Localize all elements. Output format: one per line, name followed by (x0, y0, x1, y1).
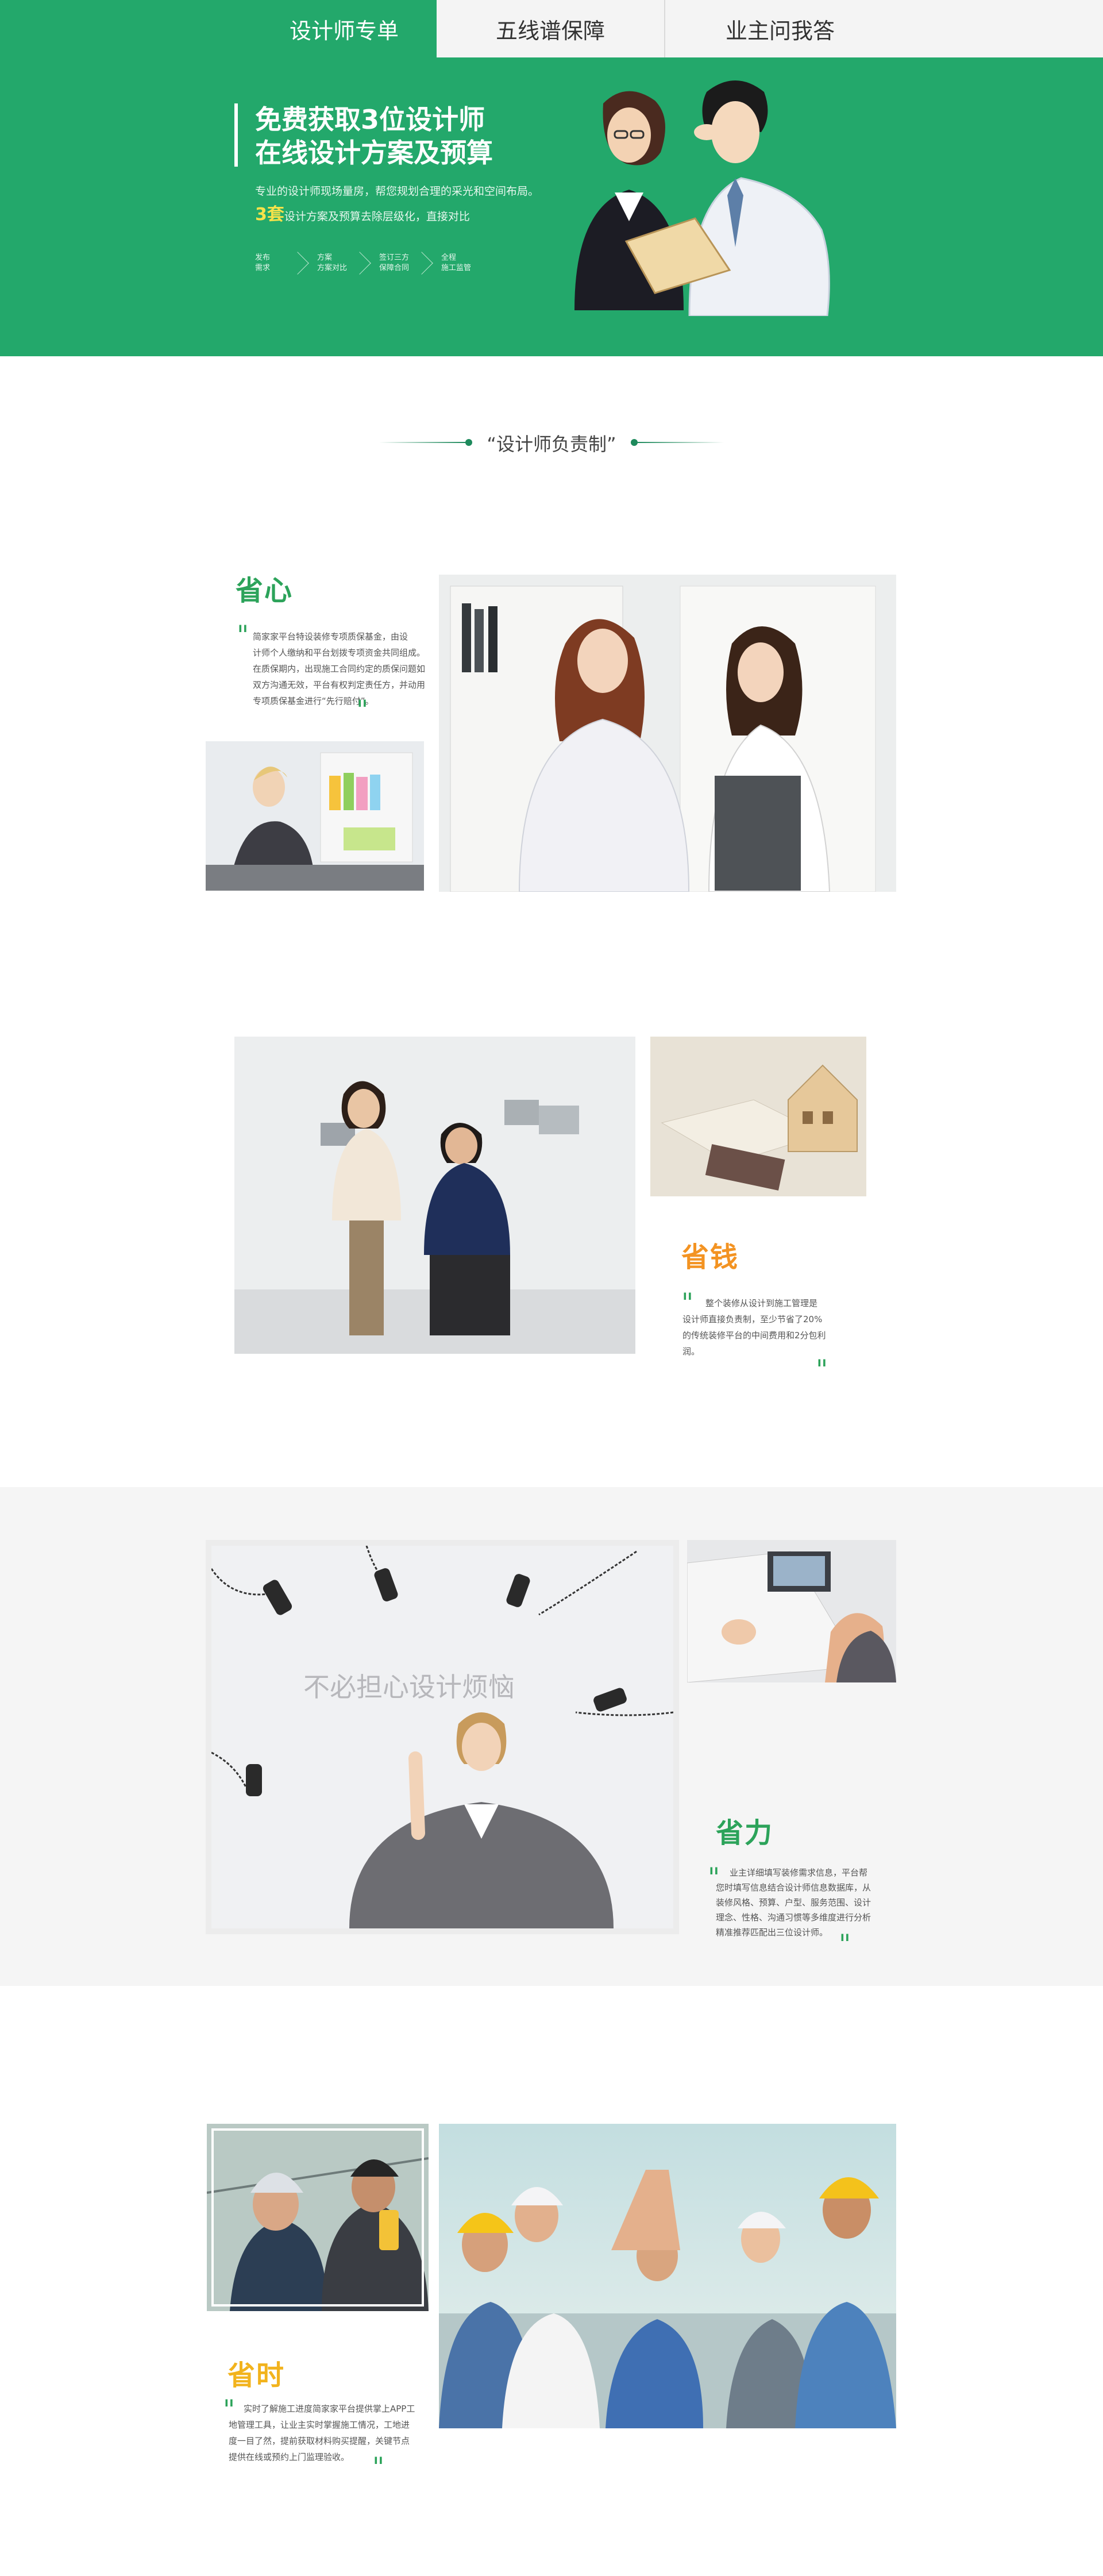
photo-desk-blueprints (687, 1540, 896, 1682)
photo-designers-drafting (234, 1037, 635, 1354)
tab-bar: 设计师专单 五线谱保障 业主问我答 (0, 0, 1103, 57)
hero-title-line1: 免费获取3位设计师 (255, 104, 485, 135)
chevron-right-icon (286, 252, 309, 275)
photo-house-model (650, 1037, 866, 1196)
photo-workers-measuring (207, 2124, 429, 2311)
feature-text-save-money: 整个装修从设计到施工管理是 设计师直接负责制，至少节省了20% 的传统装修平台的… (682, 1298, 826, 1357)
tab-designer-order[interactable]: 设计师专单 (252, 0, 437, 57)
feature-text-worry-free: 简家家平台特设装修专项质保基金，由设 计师个人缴纳和平台划拨专项资金共同组成。 … (253, 632, 426, 706)
photo-two-women-office (439, 575, 896, 892)
feature-title-save-effort: 省力 (716, 1817, 774, 1849)
hero-banner: 设计师专单 五线谱保障 业主问我答 免费获取3位设计师 在线设计方案及预算 专业… (0, 0, 1103, 356)
photo-worry-free-design: 不必担心设计烦恼 (206, 1540, 679, 1934)
quote-open-icon: " (237, 619, 249, 650)
quote-close-icon: " (839, 1928, 851, 1959)
photo-workers-high-five (439, 2124, 896, 2428)
hero-desc-highlight: 3套 (255, 205, 284, 225)
step-compare: 方案 方案对比 (317, 253, 348, 272)
photo-caption: 不必担心设计烦恼 (303, 1672, 515, 1703)
section-heading: “设计师负责制” (0, 425, 1103, 460)
designers-illustration (574, 80, 830, 316)
hero-desc-rest: 设计方案及预算去除层级化，直接对比 (284, 210, 470, 223)
chevron-right-icon (410, 252, 433, 275)
feature-title-save-time: 省时 (227, 2359, 286, 2392)
hero-title-line2: 在线设计方案及预算 (255, 137, 493, 168)
chevron-right-icon (348, 252, 371, 275)
quote-close-icon: " (816, 1354, 828, 1385)
section-title: “设计师负责制” (487, 433, 616, 455)
hero-desc-line1: 专业的设计师现场量房，帮您规划合理的采光和空间布局。 (255, 185, 539, 198)
quote-close-icon: " (356, 694, 369, 725)
feature-title-save-money: 省钱 (681, 1241, 739, 1273)
heading-dot-right (631, 439, 638, 446)
step-contract: 签订三方 保障合同 (379, 253, 410, 272)
quote-close-icon: " (372, 2451, 385, 2482)
hero-accent-bar (234, 103, 238, 167)
heading-line-right (638, 442, 724, 443)
tab-owner-qa[interactable]: 业主问我答 (665, 0, 895, 57)
hero-desc-line2: 3套设计方案及预算去除层级化，直接对比 (255, 200, 470, 225)
feature-text-save-time: 实时了解施工进度简家家平台提供掌上APP工 地管理工具，让业主实时掌握施工情况，… (229, 2404, 415, 2462)
step-supervise: 全程 施工监管 (441, 253, 472, 272)
tab-staff-guarantee[interactable]: 五线谱保障 (437, 0, 664, 57)
step-publish: 发布 需求 (255, 253, 271, 272)
photo-stretching-woman (206, 741, 424, 891)
process-steps: 发布 需求 方案 方案对比 签订三方 保障合同 全程 施工监管 (255, 252, 476, 275)
feature-title-worry-free: 省心 (236, 575, 294, 607)
